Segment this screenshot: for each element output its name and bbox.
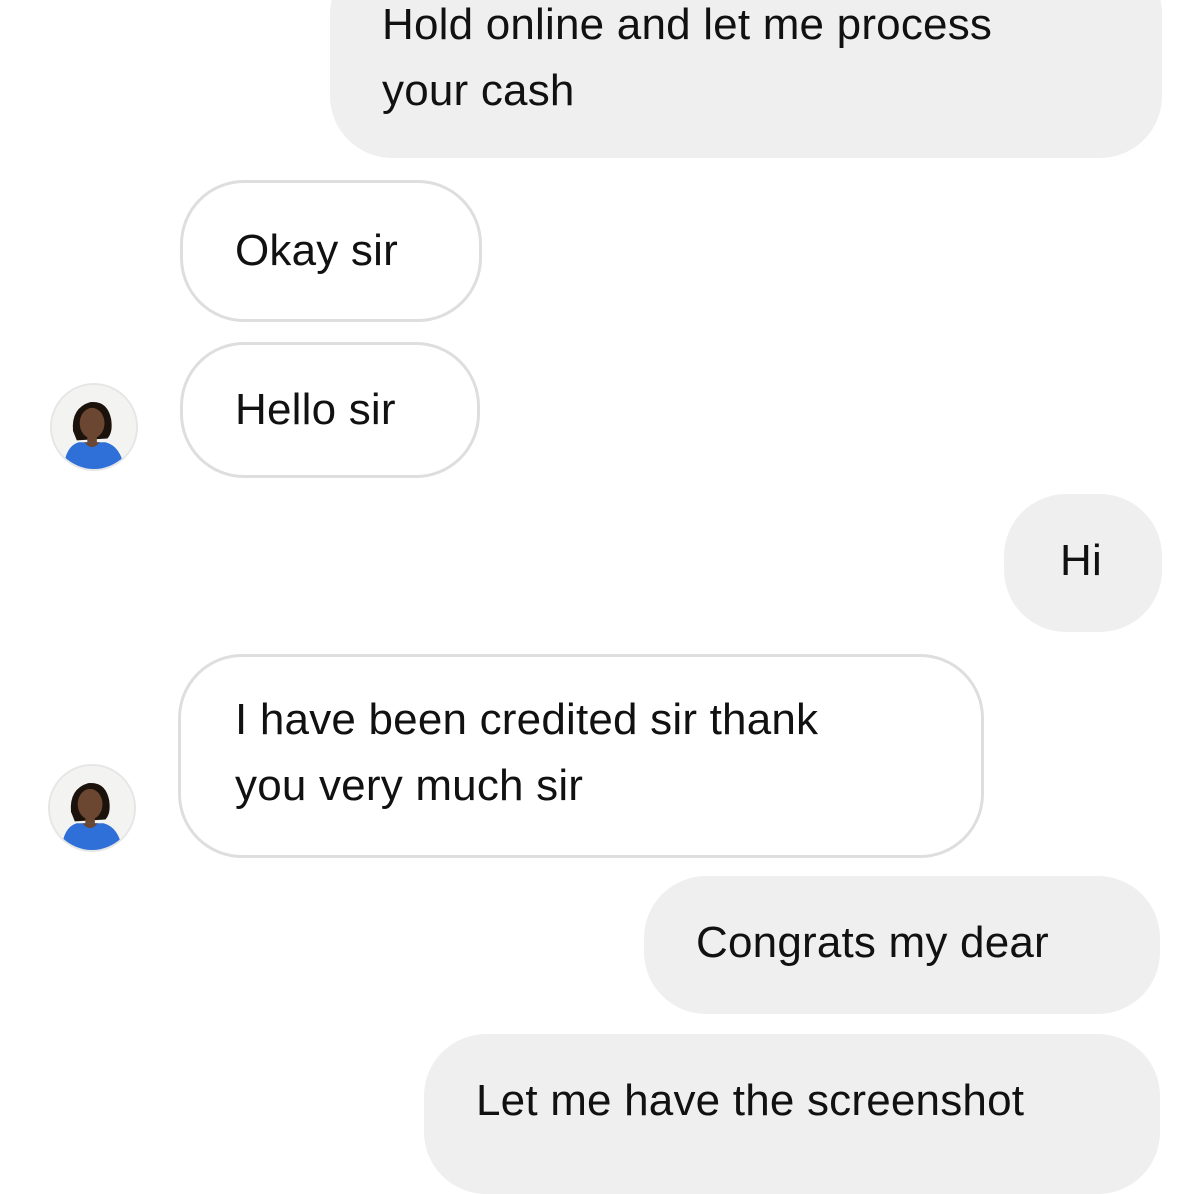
message-bubble-incoming[interactable]: Hello sir [180,342,480,478]
message-bubble-outgoing[interactable]: Hi [1004,494,1162,632]
contact-avatar[interactable] [48,764,136,852]
message-text: Hello sir [235,385,396,434]
message-bubble-outgoing[interactable]: Let me have the screenshot [424,1034,1160,1194]
message-text: Let me have the screenshot [476,1076,1025,1125]
contact-avatar[interactable] [50,383,138,471]
message-bubble-outgoing[interactable]: Congrats my dear [644,876,1160,1014]
message-bubble-incoming[interactable]: Okay sir [180,180,482,322]
message-bubble-outgoing[interactable]: Hold online and let me process your cash [330,0,1162,158]
conversation-screen: { "messages": [ { "id": "m1", "direction… [0,0,1200,1194]
message-text: Hold online and let me process your cash [382,0,993,115]
message-text: Congrats my dear [696,918,1049,967]
message-text: Hi [1060,536,1102,585]
message-text: Okay sir [235,226,398,275]
avatar-photo-icon [52,385,136,469]
message-bubble-incoming[interactable]: I have been credited sir thank you very … [178,654,984,858]
message-text: I have been credited sir thank you very … [235,695,819,810]
avatar-photo-icon [50,766,134,850]
